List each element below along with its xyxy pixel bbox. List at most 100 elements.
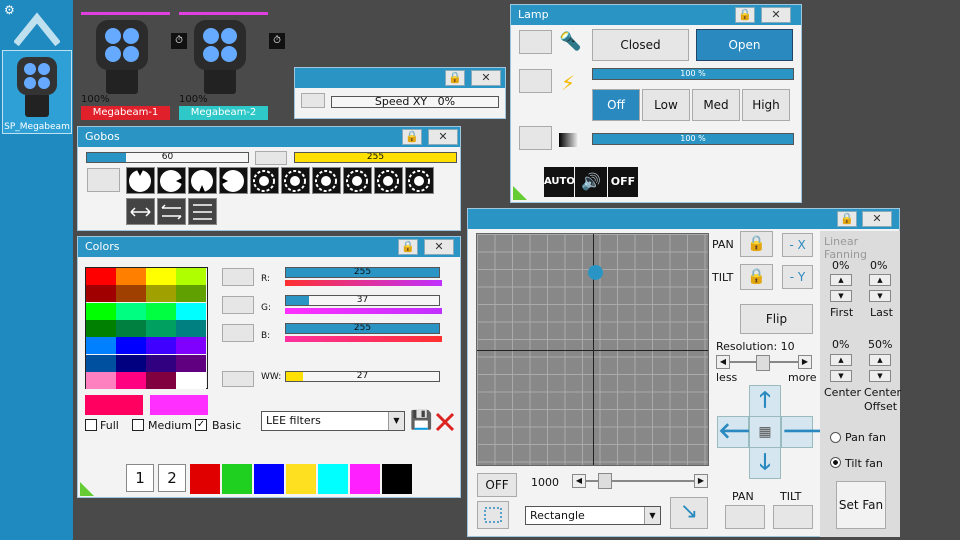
gobo-icon[interactable] <box>343 167 372 194</box>
stopwatch-icon[interactable]: ⏱ <box>171 33 187 49</box>
position-dot[interactable] <box>587 265 603 281</box>
gobo-icon[interactable] <box>219 167 248 194</box>
lamp-power-bar[interactable]: 100 % <box>592 68 794 80</box>
lock-icon[interactable]: 🔒 <box>445 70 465 86</box>
color-preset-1[interactable] <box>85 395 143 415</box>
moving-head-icon[interactable] <box>92 16 152 96</box>
lock-tilt-icon[interactable]: 🔒 <box>740 264 773 290</box>
high-button[interactable]: High <box>742 89 790 121</box>
green-button[interactable] <box>222 296 254 314</box>
color-swatch[interactable] <box>116 285 146 303</box>
set-fan-button[interactable]: Set Fan <box>836 481 886 529</box>
low-button[interactable]: Low <box>642 89 690 121</box>
close-icon[interactable]: ✕ <box>761 7 791 23</box>
quick-color-swatch[interactable] <box>382 464 412 494</box>
chevron-down-icon[interactable]: ▼ <box>388 412 404 430</box>
speed-button[interactable] <box>301 93 325 108</box>
shape-select[interactable]: Rectangle ▼ <box>525 506 661 525</box>
lock-icon[interactable]: 🔒 <box>837 211 857 227</box>
pan-fan-radio[interactable] <box>830 432 841 443</box>
gobos-middle-button[interactable] <box>255 151 287 165</box>
sound-icon[interactable]: 🔊 <box>575 167 607 197</box>
color-swatch[interactable] <box>86 319 116 337</box>
gobo-icon[interactable] <box>126 167 155 194</box>
color-page-2[interactable]: 2 <box>158 464 186 492</box>
shake-triple-icon[interactable] <box>188 198 217 225</box>
first-up-button[interactable]: ▲ <box>830 274 852 286</box>
last-down-button[interactable]: ▼ <box>869 290 891 302</box>
speed-slider-thumb[interactable] <box>598 473 612 489</box>
quick-color-swatch[interactable] <box>286 464 316 494</box>
color-swatch[interactable] <box>176 371 206 389</box>
direction-icon[interactable]: ↘ <box>670 497 708 529</box>
red-bar[interactable]: 255 <box>285 267 440 278</box>
up-chevron-icon[interactable] <box>14 10 60 46</box>
color-swatch[interactable] <box>176 302 206 320</box>
color-swatch[interactable] <box>116 371 146 389</box>
power-button[interactable] <box>519 69 552 93</box>
color-swatch[interactable] <box>146 354 176 372</box>
xy-pad[interactable] <box>476 233 709 466</box>
resolution-more-button[interactable]: ▶ <box>798 355 812 369</box>
fixture-2-name[interactable]: Megabeam-2 <box>179 106 268 120</box>
first-down-button[interactable]: ▼ <box>830 290 852 302</box>
resolution-slider-thumb[interactable] <box>756 355 770 371</box>
auto-icon[interactable]: AUTO <box>544 167 575 197</box>
resize-icon[interactable] <box>513 186 527 200</box>
med-button[interactable]: Med <box>692 89 740 121</box>
color-swatch[interactable] <box>86 354 116 372</box>
color-swatch[interactable] <box>146 285 176 303</box>
select-area-icon[interactable] <box>477 501 509 529</box>
speed-decrease-button[interactable]: ◀ <box>572 474 586 488</box>
lock-pan-icon[interactable]: 🔒 <box>740 231 773 257</box>
off-icon[interactable]: OFF <box>608 167 638 197</box>
gobo-icon[interactable] <box>374 167 403 194</box>
save-icon[interactable]: 💾 <box>410 410 432 431</box>
flip-button[interactable]: Flip <box>740 304 813 334</box>
pan-bottom-button[interactable] <box>725 505 765 529</box>
gobo-icon[interactable] <box>312 167 341 194</box>
tilt-bottom-button[interactable] <box>773 505 813 529</box>
ww-bar[interactable]: 27 <box>285 371 440 382</box>
chevron-down-icon[interactable]: ▼ <box>644 507 660 524</box>
color-swatch[interactable] <box>146 319 176 337</box>
gobo-icon[interactable] <box>405 167 434 194</box>
fixture-1-name[interactable]: Megabeam-1 <box>81 106 170 120</box>
quick-color-swatch[interactable] <box>318 464 348 494</box>
blue-bar[interactable]: 255 <box>285 323 440 334</box>
gobos-bar-2[interactable]: 255 <box>294 152 457 163</box>
quick-color-swatch[interactable] <box>350 464 380 494</box>
basic-checkbox[interactable]: ✓ <box>195 419 207 431</box>
xy-off-button[interactable]: OFF <box>477 473 517 497</box>
arrow-right-button[interactable]: 🡒 <box>781 416 841 448</box>
gobos-side-button[interactable] <box>87 168 120 192</box>
quick-color-swatch[interactable] <box>254 464 284 494</box>
color-swatch[interactable] <box>146 268 176 285</box>
color-preset-2[interactable] <box>150 395 208 415</box>
shake-double-icon[interactable] <box>157 198 186 225</box>
color-page-1[interactable]: 1 <box>126 464 154 492</box>
color-swatch[interactable] <box>116 268 146 285</box>
color-swatch[interactable] <box>146 337 176 355</box>
medium-checkbox[interactable] <box>132 419 144 431</box>
center-grid-icon[interactable]: ▦ <box>749 416 781 448</box>
minus-y-button[interactable]: - Y <box>782 265 813 289</box>
color-swatch[interactable] <box>146 371 176 389</box>
gobo-icon[interactable] <box>250 167 279 194</box>
color-swatch[interactable] <box>86 302 116 320</box>
color-swatch[interactable] <box>176 268 206 285</box>
close-icon[interactable]: ✕ <box>471 70 501 86</box>
stopwatch-icon[interactable]: ⏱ <box>269 33 285 49</box>
filter-select[interactable]: LEE filters ▼ <box>261 411 405 431</box>
ww-button[interactable] <box>222 371 254 387</box>
shake-horizontal-icon[interactable] <box>126 198 155 225</box>
center-up-button[interactable]: ▲ <box>830 354 852 366</box>
lamp-titlebar[interactable]: Lamp <box>511 5 801 25</box>
lock-icon[interactable]: 🔒 <box>402 129 422 145</box>
offset-down-button[interactable]: ▼ <box>869 370 891 382</box>
off-button[interactable]: Off <box>592 89 640 121</box>
arrow-up-button[interactable]: 🡑 <box>749 385 781 417</box>
color-swatch[interactable] <box>116 319 146 337</box>
lock-icon[interactable]: 🔒 <box>735 7 755 23</box>
resolution-less-button[interactable]: ◀ <box>716 355 730 369</box>
